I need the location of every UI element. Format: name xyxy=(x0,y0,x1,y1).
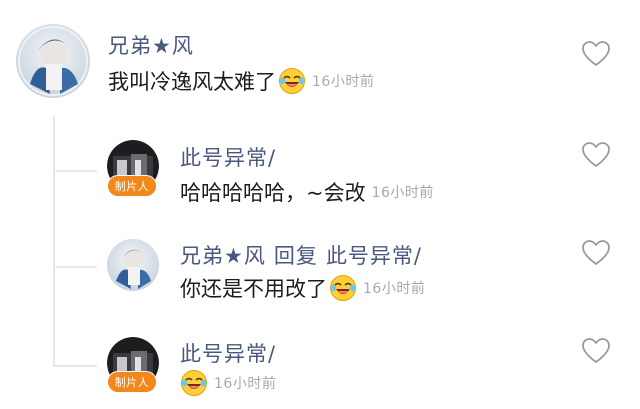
comment-body: 16小时前 xyxy=(178,369,276,397)
comment-text: 哈哈哈哈哈，~会改 xyxy=(180,181,366,205)
comment-time: 16小时前 xyxy=(371,185,434,201)
laughing-crying-emoji-icon xyxy=(181,370,207,396)
comment-username[interactable]: 兄弟★风 xyxy=(108,30,194,60)
avatar-image xyxy=(107,239,159,291)
thread-branch xyxy=(53,266,97,268)
reply-to-username[interactable]: 此号异常/ xyxy=(326,244,422,268)
like-heart-icon[interactable] xyxy=(581,40,611,68)
like-heart-icon[interactable] xyxy=(581,337,611,365)
comment-body: 哈哈哈哈哈，~会改 16小时前 xyxy=(180,177,434,207)
like-heart-icon[interactable] xyxy=(581,239,611,267)
comment-time: 16小时前 xyxy=(214,376,277,392)
comment-username[interactable]: 此号异常/ xyxy=(180,338,276,368)
comment-text: 我叫冷逸风太难了 xyxy=(108,70,276,94)
comment-username[interactable]: 兄弟★风 xyxy=(180,244,266,268)
comment-username[interactable]: 此号异常/ xyxy=(180,142,276,172)
laughing-crying-emoji-icon xyxy=(330,275,356,301)
like-heart-icon[interactable] xyxy=(581,141,611,169)
thread-branch xyxy=(53,365,97,367)
reply-label: 回复 xyxy=(273,244,318,268)
laughing-crying-emoji-icon xyxy=(279,68,305,94)
comment-text: 你还是不用改了 xyxy=(180,277,327,301)
reply-header: 兄弟★风 回复 此号异常/ xyxy=(180,240,422,270)
avatar-image xyxy=(16,24,90,98)
comment-time: 16小时前 xyxy=(312,74,375,90)
avatar[interactable] xyxy=(16,24,90,98)
avatar[interactable] xyxy=(107,239,159,291)
producer-badge: 制片人 xyxy=(107,371,157,393)
thread-branch xyxy=(53,170,97,172)
comment-body: 你还是不用改了 16小时前 xyxy=(180,273,425,303)
comment-thread: 兄弟★风 我叫冷逸风太难了 16小时前 制片人 此号异常/ 哈哈哈哈哈，~会改 … xyxy=(0,0,640,409)
thread-line xyxy=(53,116,55,366)
comment-time: 16小时前 xyxy=(363,281,426,297)
producer-badge: 制片人 xyxy=(107,175,157,197)
comment-body: 我叫冷逸风太难了 16小时前 xyxy=(108,66,374,96)
